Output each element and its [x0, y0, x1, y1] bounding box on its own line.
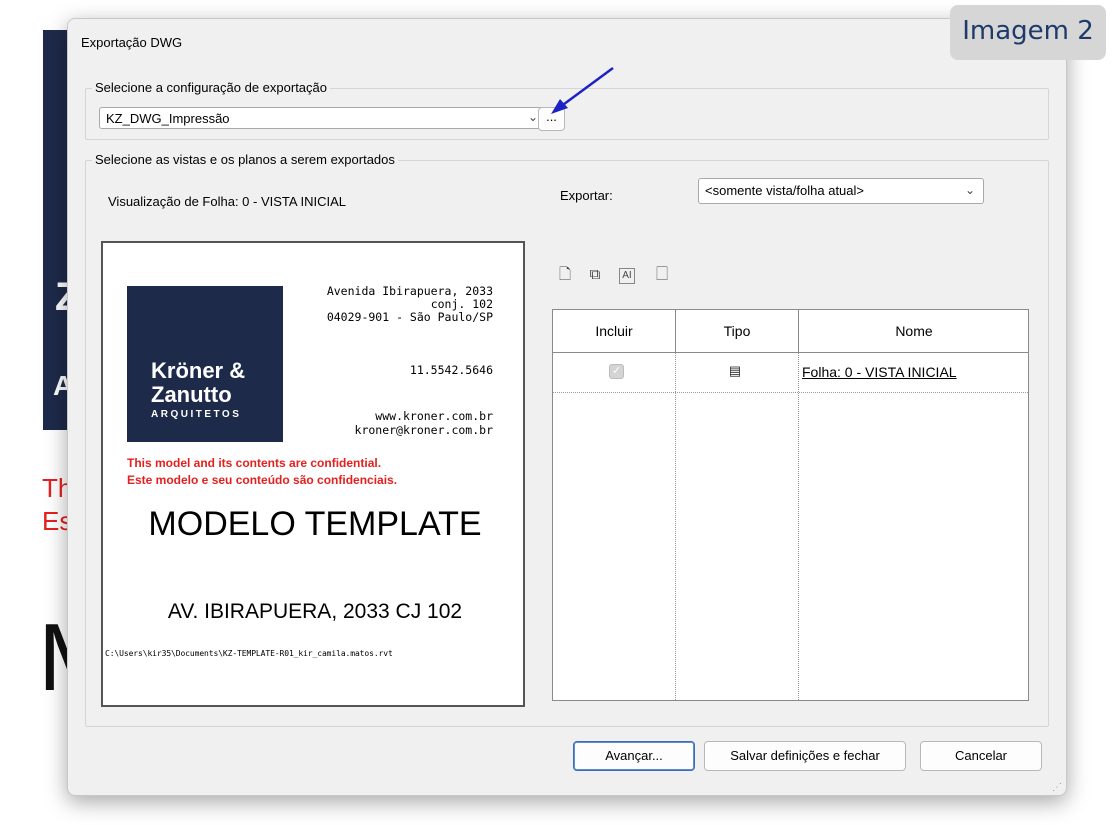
row-divider — [553, 392, 1028, 393]
export-scope-select[interactable]: <somente vista/folha atual> ⌄ — [698, 178, 984, 204]
sheet-title: MODELO TEMPLATE — [148, 505, 482, 543]
sheet-preview: Kröner & Zanutto ARQUITETOS Avenida Ibir… — [101, 241, 525, 707]
resize-grip-icon[interactable]: ⋰ — [1052, 782, 1062, 793]
export-config-select[interactable]: KZ_DWG_Impressão ⌄ — [99, 107, 547, 129]
image-badge: Imagem 2 — [950, 5, 1106, 60]
save-and-close-button[interactable]: Salvar definições e fechar — [704, 741, 906, 771]
chevron-down-icon: ⌄ — [527, 110, 538, 124]
export-dwg-dialog: Exportação DWG Selecione a configuração … — [67, 18, 1067, 796]
file-path: C:\Users\kir35\Documents\KZ-TEMPLATE-R01… — [105, 649, 393, 658]
logo-line: ARQUITETOS — [151, 409, 242, 420]
column-header-type[interactable]: Tipo — [676, 310, 798, 352]
delete-set-icon[interactable]: 🗌 — [654, 266, 670, 284]
views-table: Incluir Tipo Nome ✓ ▤ Folha: 0 - VISTA I… — [552, 309, 1029, 701]
confidential-pt: Este modelo e seu conteúdo são confidenc… — [127, 473, 398, 487]
export-scope-value: <somente vista/folha atual> — [705, 183, 864, 198]
row-name[interactable]: Folha: 0 - VISTA INICIAL — [802, 364, 957, 380]
logo-line: Kröner & — [151, 358, 246, 383]
cancel-button[interactable]: Cancelar — [920, 741, 1042, 771]
web-text: www.kroner.com.br — [375, 409, 493, 423]
email-text: kroner@kroner.com.br — [354, 423, 493, 437]
logo-line: Zanutto — [151, 382, 232, 407]
column-divider — [798, 310, 799, 352]
export-label: Exportar: — [560, 188, 613, 203]
column-divider — [675, 310, 676, 352]
preview-label: Visualização de Folha: 0 - VISTA INICIAL — [108, 194, 346, 209]
annotation-arrow-icon — [551, 66, 614, 114]
phone-text: 11.5542.5646 — [409, 363, 493, 377]
table-header: Incluir Tipo Nome — [553, 310, 1028, 353]
include-checkbox[interactable]: ✓ — [609, 364, 624, 379]
kz-logo: Kröner & Zanutto ARQUITETOS — [127, 286, 283, 442]
address-line: 04029-901 - São Paulo/SP — [326, 310, 493, 324]
column-divider — [798, 353, 799, 700]
column-header-include[interactable]: Incluir — [553, 310, 675, 352]
dialog-title: Exportação DWG — [81, 35, 183, 50]
sheet-subtitle: AV. IBIRAPUERA, 2033 CJ 102 — [167, 600, 463, 623]
export-config-value: KZ_DWG_Impressão — [106, 111, 230, 126]
views-group-label: Selecione as vistas e os planos a serem … — [92, 152, 398, 167]
column-divider — [675, 353, 676, 700]
export-config-group-label: Selecione a configuração de exportação — [92, 80, 330, 95]
confidential-en: This model and its contents are confiden… — [127, 456, 382, 470]
next-button[interactable]: Avançar... — [573, 741, 695, 771]
sheet-icon: ▤ — [728, 363, 742, 378]
duplicate-icon[interactable]: ⧉ — [587, 266, 603, 284]
column-header-name[interactable]: Nome — [799, 310, 1029, 352]
new-set-icon[interactable]: 🗋 — [557, 266, 573, 284]
rename-icon[interactable]: AI — [619, 268, 635, 284]
chevron-down-icon: ⌄ — [964, 183, 975, 197]
